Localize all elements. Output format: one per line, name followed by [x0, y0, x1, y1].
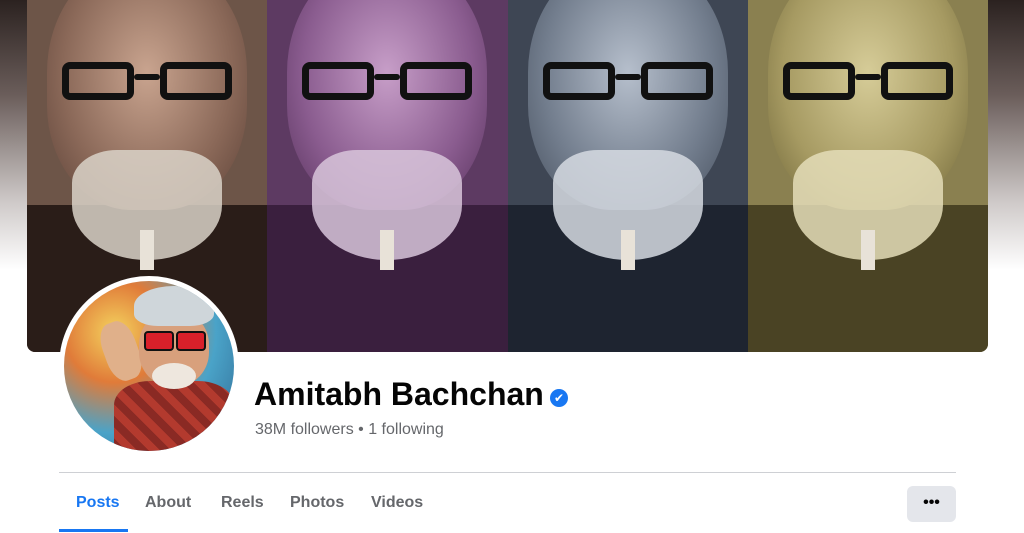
tab-reels[interactable]: Reels: [221, 494, 264, 512]
cover-panel-blue: [507, 0, 748, 352]
more-options-button[interactable]: •••: [907, 486, 956, 522]
profile-name: Amitabh Bachchan: [254, 376, 544, 412]
tab-videos[interactable]: Videos: [371, 494, 423, 512]
cover-panel-yellow: [747, 0, 988, 352]
verified-badge-icon[interactable]: ✔: [550, 389, 568, 407]
more-icon: •••: [923, 494, 940, 511]
tab-posts[interactable]: Posts: [76, 494, 120, 512]
tab-photos[interactable]: Photos: [290, 494, 344, 512]
cover-panel-purple: [267, 0, 508, 352]
active-tab-indicator: [59, 529, 128, 532]
profile-divider: [59, 472, 956, 473]
profile-picture[interactable]: [64, 281, 234, 451]
tab-about[interactable]: About: [145, 494, 191, 512]
followers-count[interactable]: 38M followers • 1 following: [255, 421, 444, 439]
